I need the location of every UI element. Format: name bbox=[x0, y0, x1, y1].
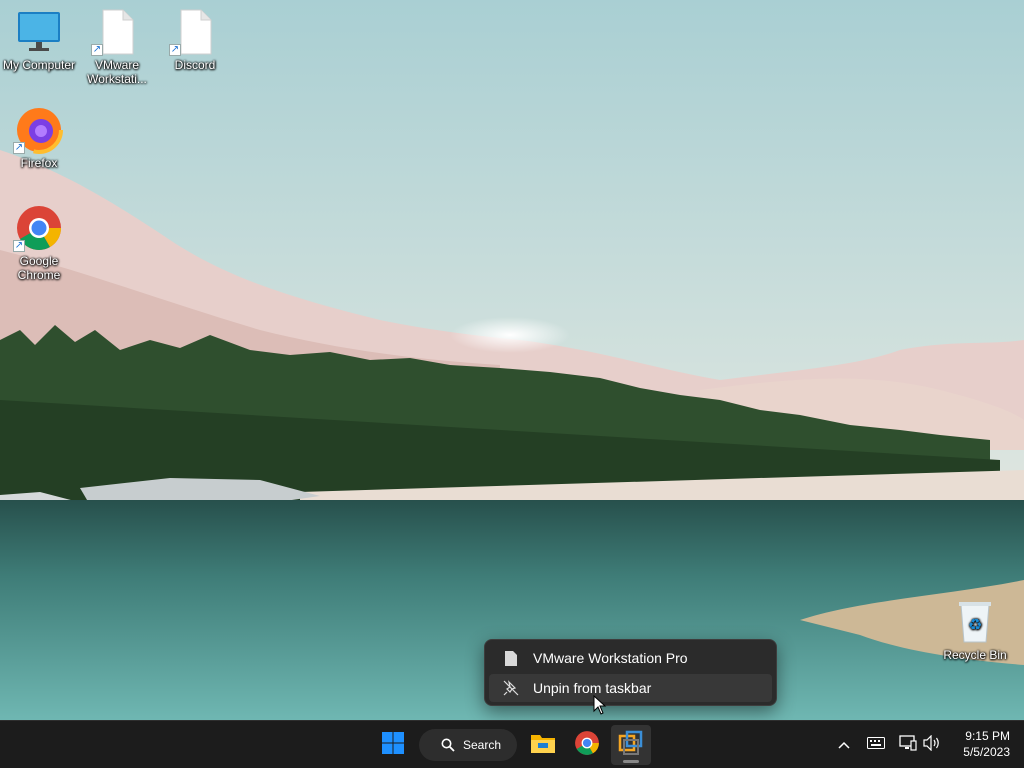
clock-date: 5/5/2023 bbox=[963, 745, 1010, 759]
file-icon: ↗ bbox=[169, 8, 219, 56]
taskbar: Search 9:15 PM 5/5/2023 bbox=[0, 720, 1024, 768]
search-icon bbox=[441, 738, 455, 752]
menu-item-unpin-from-taskbar[interactable]: Unpin from taskbar bbox=[489, 674, 772, 702]
chrome-icon: ↗ bbox=[13, 204, 63, 252]
file-explorer-icon bbox=[530, 732, 556, 759]
desktop-icon-firefox[interactable]: ↗ Firefox bbox=[0, 106, 78, 170]
desktop-icon-label: Discord bbox=[174, 58, 216, 72]
start-button[interactable] bbox=[373, 725, 413, 765]
desktop-icon-label: Recycle Bin bbox=[943, 648, 1007, 662]
unpin-icon bbox=[503, 680, 519, 696]
clock-time: 9:15 PM bbox=[965, 729, 1010, 743]
recycle-bin-icon: ♻ bbox=[951, 598, 999, 646]
menu-item-label: VMware Workstation Pro bbox=[533, 650, 688, 666]
svg-text:♻: ♻ bbox=[968, 615, 982, 634]
desktop-icon-google-chrome[interactable]: ↗ Google Chrome bbox=[0, 204, 78, 282]
mouse-cursor-icon bbox=[593, 694, 607, 715]
desktop-icon-recycle-bin[interactable]: ♻ Recycle Bin bbox=[936, 598, 1014, 662]
menu-item-label: Unpin from taskbar bbox=[533, 680, 652, 696]
desktop-icon-my-computer[interactable]: My Computer bbox=[0, 8, 78, 72]
taskbar-file-explorer[interactable] bbox=[523, 725, 563, 765]
desktop-wallpaper bbox=[0, 0, 1024, 720]
desktop-icon-vmware-workstation[interactable]: ↗ VMware Workstati... bbox=[78, 8, 156, 86]
desktop-icon-label: My Computer bbox=[2, 58, 76, 72]
chrome-icon bbox=[574, 730, 600, 761]
show-hidden-icons-button[interactable] bbox=[832, 733, 856, 757]
network-icon bbox=[899, 734, 917, 756]
desktop-icon-label: Google Chrome bbox=[17, 254, 61, 282]
shortcut-arrow-icon: ↗ bbox=[169, 44, 181, 56]
desktop-icon-label: Firefox bbox=[20, 156, 58, 170]
shortcut-arrow-icon: ↗ bbox=[13, 142, 25, 154]
desktop-icon-label: VMware Workstati... bbox=[87, 58, 147, 86]
network-button[interactable] bbox=[896, 733, 920, 757]
input-indicator-button[interactable] bbox=[864, 733, 888, 757]
running-indicator bbox=[623, 760, 639, 763]
start-icon bbox=[381, 731, 405, 760]
monitor-icon bbox=[15, 8, 63, 56]
taskbar-clock[interactable]: 9:15 PM 5/5/2023 bbox=[963, 728, 1010, 760]
menu-item-vmware-workstation-pro[interactable]: VMware Workstation Pro bbox=[489, 644, 772, 672]
keyboard-icon bbox=[867, 736, 885, 754]
taskbar-vmware-workstation[interactable] bbox=[611, 725, 651, 765]
file-icon bbox=[503, 650, 519, 666]
taskbar-search-button[interactable]: Search bbox=[419, 729, 517, 761]
volume-icon bbox=[923, 734, 941, 756]
taskbar-context-menu: VMware Workstation Pro Unpin from taskba… bbox=[484, 639, 777, 706]
desktop-icon-discord[interactable]: ↗ Discord bbox=[156, 8, 234, 72]
shortcut-arrow-icon: ↗ bbox=[13, 240, 25, 252]
search-label: Search bbox=[463, 738, 502, 752]
firefox-icon: ↗ bbox=[13, 106, 63, 154]
vmware-icon bbox=[618, 730, 644, 761]
shortcut-arrow-icon: ↗ bbox=[91, 44, 103, 56]
file-icon: ↗ bbox=[91, 8, 141, 56]
chevron-up-icon bbox=[838, 736, 850, 754]
taskbar-chrome[interactable] bbox=[567, 725, 607, 765]
volume-button[interactable] bbox=[920, 733, 944, 757]
